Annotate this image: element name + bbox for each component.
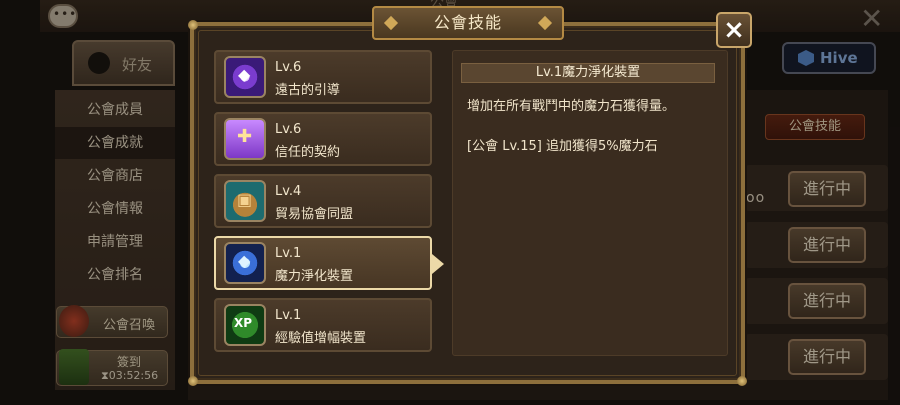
skill-level: Lv.1 [275,308,302,323]
skill-item-ancient-guidance[interactable]: Lv.6 遠古的引導 [214,50,432,104]
skill-name: 貿易協會同盟 [275,207,354,222]
modal-title: 公會技能 [433,13,502,32]
modal-title-bar: 公會技能 [372,6,564,40]
skill-level: Lv.4 [275,184,302,199]
skill-detail-heading: Lv.1魔力淨化裝置 [461,63,715,83]
skill-level: Lv.1 [275,246,302,261]
selection-pointer-icon [432,254,444,274]
skill-detail-panel: Lv.1魔力淨化裝置 增加在所有戰鬥中的魔力石獲得量。 [公會 Lv.15] 追… [452,50,728,356]
ancient-guidance-icon [224,56,266,98]
close-icon: × [723,15,745,45]
corner-ornament [188,20,198,30]
skill-level: Lv.6 [275,60,302,75]
contract-icon [224,118,266,160]
skill-item-mana-purifier[interactable]: Lv.1 魔力淨化裝置 [214,236,444,290]
skill-item-xp-booster[interactable]: Lv.1 經驗值增幅裝置 [214,298,432,352]
trade-alliance-icon [224,180,266,222]
skill-name: 遠古的引導 [275,83,341,98]
skill-item-trust-contract[interactable]: Lv.6 信任的契約 [214,112,432,166]
skill-level: Lv.6 [275,122,302,137]
skill-item-trade-alliance[interactable]: Lv.4 貿易協會同盟 [214,174,432,228]
skill-detail-bonus: [公會 Lv.15] 追加獲得5%魔力石 [467,139,658,154]
skill-name: 信任的契約 [275,145,341,160]
corner-ornament [188,376,198,386]
skill-name: 魔力淨化裝置 [275,269,354,284]
skill-detail-description: 增加在所有戰鬥中的魔力石獲得量。 [467,99,676,114]
xp-booster-icon [224,304,266,346]
close-button[interactable]: × [716,12,752,48]
mana-purifier-icon [224,242,266,284]
corner-ornament [737,376,747,386]
skill-name: 經驗值增幅裝置 [275,331,367,346]
